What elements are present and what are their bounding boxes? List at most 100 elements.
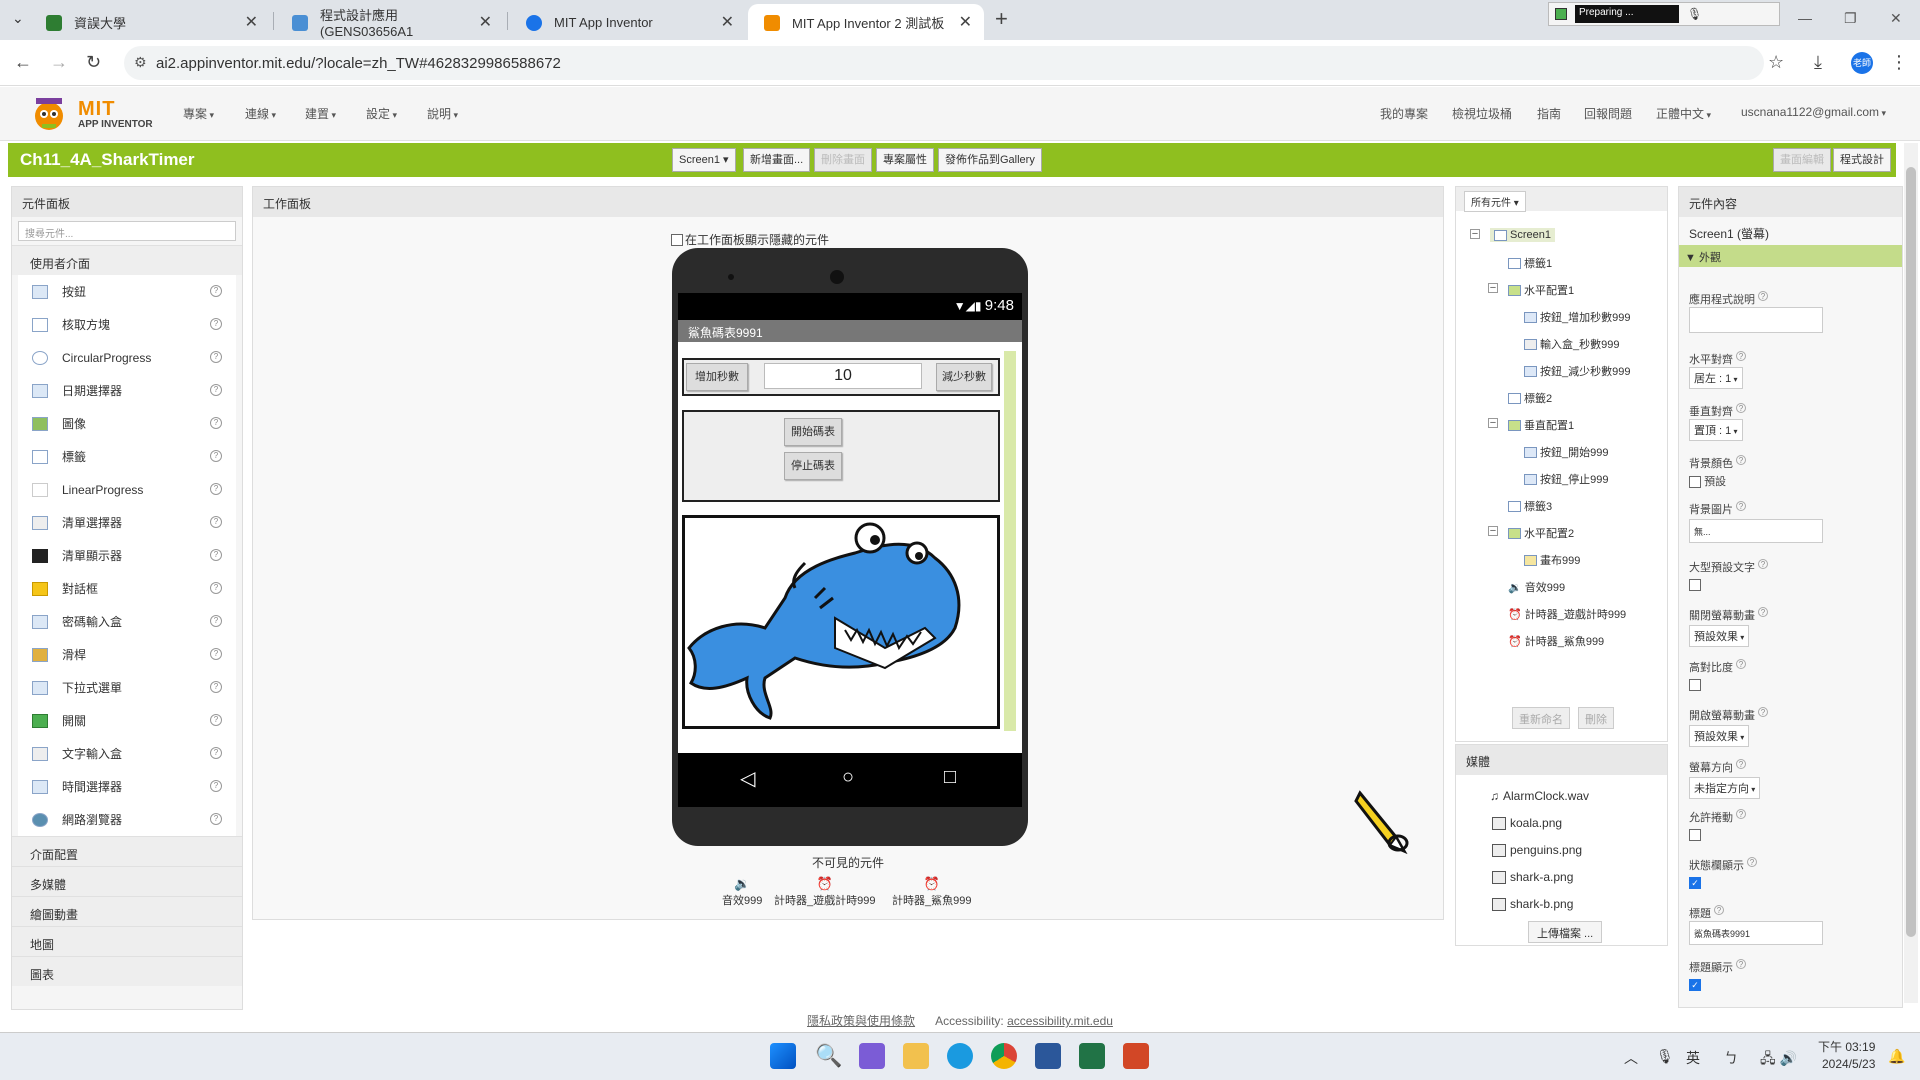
title-input[interactable]: 鯊魚碼表9991 — [1689, 921, 1823, 945]
menu-help[interactable]: 說明 — [427, 105, 458, 122]
profile-avatar[interactable]: 老師 — [1851, 52, 1873, 74]
menu-build[interactable]: 建置 — [305, 105, 336, 122]
subtract-seconds-button[interactable]: 減少秒數 — [936, 363, 992, 391]
network-volume-icon[interactable]: 🖧 🔊 — [1760, 1048, 1797, 1072]
title-visible-checkbox[interactable]: ✓ — [1689, 979, 1701, 991]
browser-menu-icon[interactable]: ⋮ — [1890, 52, 1908, 73]
big-default-text-checkbox[interactable] — [1689, 579, 1701, 591]
show-hidden-components-toggle[interactable]: 在工作面板顯示隱藏的元件 — [671, 231, 829, 248]
tree-node-btn-stop[interactable]: 按鈕_停止999 — [1524, 471, 1608, 487]
components-filter-dropdown[interactable]: 所有元件 ▾ — [1464, 191, 1526, 212]
palette-item-passwordtextbox[interactable]: 密碼輸入盒? — [18, 605, 236, 638]
browser-tab-active[interactable]: MIT App Inventor 2 測試板 ✕ — [748, 4, 984, 40]
account-menu[interactable]: uscnana1122@gmail.com — [1741, 105, 1886, 119]
help-icon[interactable]: ? — [1758, 707, 1768, 717]
help-icon[interactable]: ? — [1736, 959, 1746, 969]
menu-projects[interactable]: 專案 — [183, 105, 214, 122]
scrollbar-thumb[interactable] — [1906, 167, 1916, 937]
help-icon[interactable]: ? — [1736, 759, 1746, 769]
notification-bell-icon[interactable]: 🔔 — [1888, 1048, 1905, 1065]
tree-node-btn-sub[interactable]: 按鈕_減少秒數999 — [1524, 363, 1630, 379]
palette-item-datepicker[interactable]: 日期選擇器? — [18, 374, 236, 407]
align-horizontal-dropdown[interactable]: 居左 : 1 — [1689, 367, 1743, 389]
delete-button[interactable]: 刪除 — [1578, 707, 1614, 729]
collapse-toggle-icon[interactable]: − — [1488, 418, 1498, 429]
restore-icon[interactable]: ❐ — [1844, 10, 1857, 27]
tree-node-shark-timer[interactable]: ⏰ 計時器_鯊魚999 — [1508, 633, 1604, 649]
minimize-icon[interactable]: — — [1798, 10, 1812, 26]
download-icon[interactable]: ⤓ — [1814, 52, 1822, 73]
help-icon[interactable]: ? — [1758, 559, 1768, 569]
site-info-icon[interactable]: ⚙ — [134, 54, 147, 71]
ime-language-indicator[interactable]: 英 — [1686, 1048, 1700, 1068]
palette-item-webviewer[interactable]: 網路瀏覽器? — [18, 803, 236, 836]
help-icon[interactable]: ? — [210, 813, 222, 825]
help-icon[interactable]: ? — [1736, 659, 1746, 669]
tray-chevron-icon[interactable]: ︿ — [1624, 1048, 1638, 1068]
help-icon[interactable]: ? — [1736, 351, 1746, 361]
help-icon[interactable]: ? — [210, 615, 222, 627]
canvas-999[interactable] — [682, 515, 1000, 729]
report-issue-link[interactable]: 回報問題 — [1584, 105, 1632, 122]
rename-button[interactable]: 重新命名 — [1512, 707, 1570, 729]
browser-tab-3[interactable]: MIT App Inventor ✕ — [510, 4, 746, 40]
privacy-link[interactable]: 隱私政策與使用條款 — [807, 1014, 915, 1028]
palette-item-listview[interactable]: 清單顯示器? — [18, 539, 236, 572]
project-properties-button[interactable]: 專案屬性 — [876, 148, 934, 172]
palette-category-maps[interactable]: 地圖 — [12, 926, 242, 956]
reload-icon[interactable]: ↻ — [86, 52, 101, 73]
recorder-widget[interactable]: Preparing ... 🎙 — [1548, 2, 1780, 26]
page-scrollbar[interactable] — [1904, 143, 1918, 1003]
vertical-arrangement-1[interactable]: 開始碼表 停止碼表 — [682, 410, 1000, 502]
help-icon[interactable]: ? — [210, 516, 222, 528]
start-windows-icon[interactable] — [770, 1043, 796, 1069]
tab-search-icon[interactable]: ⌄ — [12, 10, 24, 27]
back-icon[interactable]: ← — [14, 52, 32, 73]
tree-node-label2[interactable]: 標籤2 — [1508, 390, 1552, 406]
help-icon[interactable]: ? — [1736, 501, 1746, 511]
palette-item-linearprogress[interactable]: LinearProgress? — [18, 473, 236, 506]
palette-item-timepicker[interactable]: 時間選擇器? — [18, 770, 236, 803]
screen1-preview[interactable]: ▼◢▮ 9:48 鯊魚碼表9991 增加秒數 10 減少秒數 開始碼表 停止碼表 — [678, 293, 1022, 807]
tree-node-canvas[interactable]: 畫布999 — [1524, 552, 1580, 568]
screen-select-dropdown[interactable]: Screen1 ▾ — [672, 148, 736, 172]
file-explorer-icon[interactable] — [903, 1043, 929, 1069]
chrome-browser-icon[interactable] — [991, 1043, 1017, 1069]
my-projects-link[interactable]: 我的專案 — [1380, 105, 1428, 122]
close-tab-icon[interactable]: ✕ — [245, 12, 258, 32]
collapse-toggle-icon[interactable]: − — [1470, 229, 1480, 240]
browser-tab-2[interactable]: 程式設計應用 (GENS03656A1 ✕ — [276, 4, 504, 40]
palette-item-notifier[interactable]: 對話框? — [18, 572, 236, 605]
media-file-penguins[interactable]: penguins.png — [1492, 843, 1582, 857]
palette-item-textbox[interactable]: 文字輸入盒? — [18, 737, 236, 770]
add-seconds-button[interactable]: 增加秒數 — [686, 363, 748, 391]
palette-item-switch[interactable]: 開關? — [18, 704, 236, 737]
hidden-components-checkbox[interactable] — [671, 233, 683, 246]
publish-gallery-button[interactable]: 發佈作品到Gallery — [938, 148, 1042, 172]
palette-item-slider[interactable]: 滑桿? — [18, 638, 236, 671]
palette-item-label[interactable]: 標籤? — [18, 440, 236, 473]
palette-item-listpicker[interactable]: 清單選擇器? — [18, 506, 236, 539]
blocks-button[interactable]: 程式設計 — [1833, 148, 1891, 172]
help-icon[interactable]: ? — [210, 450, 222, 462]
help-icon[interactable]: ? — [210, 714, 222, 726]
tree-node-sound[interactable]: 🔉 音效999 — [1508, 579, 1565, 595]
tree-node-label3[interactable]: 標籤3 — [1508, 498, 1552, 514]
remove-screen-button[interactable]: 刪除畫面 — [814, 148, 872, 172]
help-icon[interactable]: ? — [210, 417, 222, 429]
help-icon[interactable]: ? — [210, 549, 222, 561]
help-icon[interactable]: ? — [210, 384, 222, 396]
add-screen-button[interactable]: 新增畫面... — [743, 148, 811, 172]
close-tab-icon[interactable]: ✕ — [721, 12, 734, 32]
widgets-icon[interactable] — [859, 1043, 885, 1069]
collapse-toggle-icon[interactable]: − — [1488, 283, 1498, 294]
help-icon[interactable]: ? — [210, 318, 222, 330]
collapse-toggle-icon[interactable]: − — [1488, 526, 1498, 537]
screen-orientation-dropdown[interactable]: 未指定方向 — [1689, 777, 1761, 799]
palette-item-image[interactable]: 圖像? — [18, 407, 236, 440]
about-screen-input[interactable] — [1689, 307, 1823, 333]
taskbar-clock[interactable]: 下午 03:19 2024/5/23 — [1818, 1039, 1875, 1073]
help-icon[interactable]: ? — [1736, 455, 1746, 465]
palette-category-charts[interactable]: 圖表 — [12, 956, 242, 986]
help-icon[interactable]: ? — [210, 351, 222, 363]
